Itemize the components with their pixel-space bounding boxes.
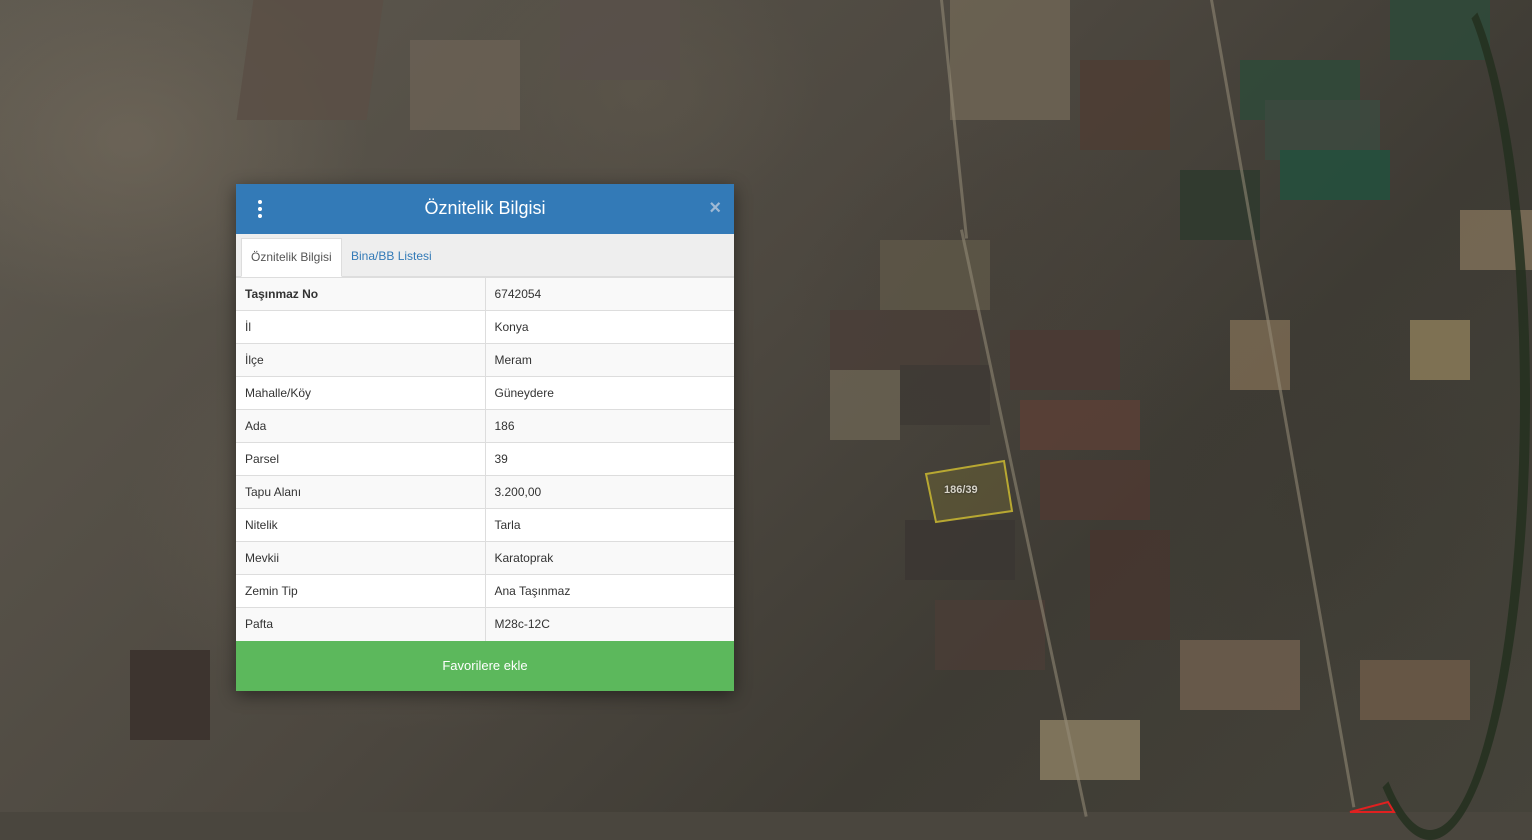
attribute-key: Nitelik [236,508,486,542]
table-row: Pafta M28c-12C [236,607,734,641]
attribute-key: Taşınmaz No [236,277,486,311]
table-row: İlçe Meram [236,343,734,377]
attribute-key: Zemin Tip [236,574,486,608]
attribute-value: 186 [485,409,734,443]
table-row: Nitelik Tarla [236,508,734,542]
table-row: Parsel 39 [236,442,734,476]
add-to-favorites-button[interactable]: Favorilere ekle [236,640,734,691]
attribute-value: Meram [485,343,734,377]
attribute-value: 6742054 [485,277,734,311]
attribute-value: Karatoprak [485,541,734,575]
attribute-value: 3.200,00 [485,475,734,509]
attribute-info-dialog: Öznitelik Bilgisi × Öznitelik Bilgisi Bi… [236,184,734,691]
attribute-key: İlçe [236,343,486,377]
attribute-value: Konya [485,310,734,344]
tab-building-list[interactable]: Bina/BB Listesi [342,238,441,275]
attribute-value: M28c-12C [485,607,734,641]
highlight-marker [1349,800,1396,813]
attribute-value: 39 [485,442,734,476]
parcel-overlay[interactable] [0,0,1532,813]
close-icon[interactable]: × [709,198,721,218]
attribute-value: Güneydere [485,376,734,410]
attribute-key: Ada [236,409,486,443]
attribute-value: Ana Taşınmaz [485,574,734,608]
attribute-value: Tarla [485,508,734,542]
table-row: Mahalle/Köy Güneydere [236,376,734,410]
table-row: Taşınmaz No 6742054 [236,277,734,311]
dialog-title: Öznitelik Bilgisi [424,198,546,218]
attribute-key: Tapu Alanı [236,475,486,509]
table-row: Zemin Tip Ana Taşınmaz [236,574,734,608]
table-row: Ada 186 [236,409,734,443]
attribute-key: Parsel [236,442,486,476]
tab-attribute-info[interactable]: Öznitelik Bilgisi [241,238,342,277]
attribute-key: İl [236,310,486,344]
attribute-table: Taşınmaz No 6742054 İl Konya İlçe Meram … [236,277,734,641]
table-row: Tapu Alanı 3.200,00 [236,475,734,509]
dialog-header: Öznitelik Bilgisi × [236,184,734,234]
attribute-key: Pafta [236,607,486,641]
attribute-key: Mevkii [236,541,486,575]
dialog-tabs: Öznitelik Bilgisi Bina/BB Listesi [236,234,734,277]
table-row: Mevkii Karatoprak [236,541,734,575]
attribute-key: Mahalle/Köy [236,376,486,410]
table-row: İl Konya [236,310,734,344]
parcel-label: 186/39 [944,484,978,496]
